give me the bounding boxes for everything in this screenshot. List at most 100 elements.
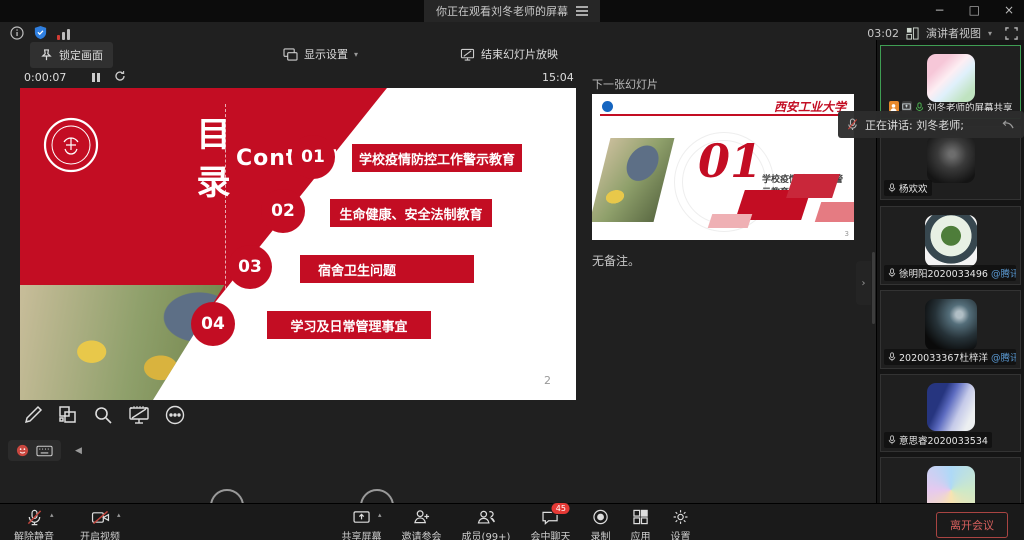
apps-label: 应用	[630, 528, 650, 540]
view-mode-caret-icon[interactable]: ▾	[988, 29, 992, 38]
watching-banner-text: 你正在观看刘冬老师的屏幕	[436, 3, 568, 19]
shapes-tool-icon[interactable]	[57, 404, 79, 426]
annotation-toolbar	[22, 404, 186, 426]
mic-icon	[888, 352, 896, 362]
members-button[interactable]: 成员(99+)	[462, 508, 511, 540]
preview-school-name: 西安工业大学	[774, 98, 846, 115]
window-controls: − □ ×	[935, 2, 1014, 18]
slide-page-number: 2	[544, 374, 551, 387]
fullscreen-icon[interactable]	[1005, 27, 1018, 40]
settings-button[interactable]: 设置	[670, 508, 690, 540]
share-options-caret-icon[interactable]: ▴	[378, 511, 382, 519]
toc-item-1: 学校疫情防控工作警示教育	[352, 144, 522, 172]
mic-options-caret-icon[interactable]: ▴	[50, 511, 54, 519]
view-controls: 03:02 演讲者视图 ▾	[867, 25, 1018, 41]
toast-curve-arrow-icon[interactable]	[1000, 119, 1015, 130]
preview-deco-shape	[708, 214, 753, 228]
pin-screen-button[interactable]: 锁定画面	[30, 42, 113, 68]
layout-icon	[906, 27, 919, 40]
participant-tile[interactable]: 徐明阳2020033496@腾讯会议	[880, 206, 1021, 285]
toc-item-3: 宿舍卫生问题	[300, 255, 474, 283]
collapse-pill-icon[interactable]: ◀	[70, 443, 87, 459]
participant-name: 意思睿2020033534	[899, 433, 988, 447]
participant-tile-screen-share[interactable]: 刘冬老师的屏幕共享	[880, 45, 1021, 119]
next-slide-preview[interactable]: 西安工业大学 01 学校疫情防控工作警示教育 3	[592, 94, 854, 240]
keyboard-icon[interactable]	[36, 445, 53, 457]
participant-tile[interactable]: 2020033367杜梓洋@腾讯会议	[880, 290, 1021, 369]
members-label: 成员(99+)	[462, 528, 511, 540]
chat-button[interactable]: 45 会中聊天	[530, 508, 570, 540]
end-slideshow-button[interactable]: 结束幻灯片放映	[460, 46, 558, 62]
toc-item-4: 学习及日常管理事宜	[267, 311, 431, 339]
avatar	[927, 383, 975, 431]
participants-panel: 刘冬老师的屏幕共享 杨欢欢 徐明阳2020033496@腾讯会议	[876, 40, 1024, 504]
participant-name: 杨欢欢	[899, 181, 928, 195]
magnifier-tool-icon[interactable]	[92, 404, 114, 426]
start-video-button[interactable]: ▴ 开启视频	[80, 508, 120, 540]
preview-deco-shape	[786, 174, 840, 198]
unmute-label: 解除静音	[14, 528, 54, 540]
restart-timer-icon[interactable]	[114, 70, 126, 82]
display-settings-label: 显示设置	[304, 46, 348, 62]
speaker-notes: 无备注。	[592, 252, 640, 269]
slide-garden-photo	[20, 285, 276, 400]
unmute-button[interactable]: ▴ 解除静音	[14, 508, 54, 540]
bottom-toolbar: ▴ 解除静音 ▴ 开启视频 ▴ 共享屏幕	[0, 503, 1024, 540]
participant-label: 2020033367杜梓洋@腾讯会议	[884, 349, 1016, 365]
preview-logo-icon	[602, 101, 613, 112]
preview-section-number: 01	[698, 134, 762, 188]
pause-timer-icon[interactable]	[92, 72, 102, 85]
participant-label: 意思睿2020033534	[884, 432, 992, 448]
screen-draw-tool-icon[interactable]	[127, 404, 151, 426]
participant-suffix: @腾讯会议	[991, 350, 1016, 364]
university-seal-icon	[42, 116, 100, 174]
toc-number-2: 02	[261, 189, 305, 233]
quick-tools-pill	[8, 440, 61, 461]
meeting-duration: 03:02	[867, 27, 899, 40]
speaking-toast-text: 正在讲话: 刘冬老师;	[865, 117, 964, 133]
toc-number-1: 01	[291, 135, 335, 179]
invite-button[interactable]: 邀请参会	[402, 508, 442, 540]
panel-collapse-handle[interactable]: ›	[856, 261, 871, 305]
view-mode-selector[interactable]: 演讲者视图	[926, 25, 981, 41]
mic-icon	[888, 435, 896, 445]
display-settings-caret-icon: ▾	[354, 50, 358, 59]
more-tools-icon[interactable]	[164, 404, 186, 426]
pen-tool-icon[interactable]	[22, 404, 44, 426]
avatar	[925, 299, 977, 351]
next-slide-label: 下一张幻灯片	[592, 76, 658, 92]
panel-scrollbar[interactable]	[872, 252, 875, 324]
mic-icon	[888, 183, 896, 193]
mic-icon	[888, 268, 896, 278]
toc-number-4: 04	[191, 302, 235, 346]
participant-name: 2020033367杜梓洋	[899, 350, 988, 364]
meeting-window: 你正在观看刘冬老师的屏幕 − □ × 03:02 演讲者视图 ▾	[0, 0, 1024, 540]
share-screen-button[interactable]: ▴ 共享屏幕	[342, 508, 382, 540]
chat-label: 会中聊天	[530, 528, 570, 540]
signal-strength-icon[interactable]	[57, 28, 70, 40]
settings-label: 设置	[670, 528, 690, 540]
banner-menu-icon[interactable]	[576, 10, 588, 12]
video-options-caret-icon[interactable]: ▴	[117, 511, 121, 519]
elapsed-time: 0:00:07	[24, 71, 66, 84]
presenter-clock: 15:04	[542, 71, 574, 84]
close-button[interactable]: ×	[1004, 2, 1014, 18]
participant-tile[interactable]: 意思睿2020033534	[880, 374, 1021, 452]
info-icon[interactable]	[10, 26, 24, 40]
avatar	[927, 54, 975, 102]
shared-slide: 目录 Contents 01 学校疫情防控工作警示教育 02 生命健康、安全法制…	[20, 88, 576, 400]
preview-page-number: 3	[845, 230, 849, 238]
toc-item-2: 生命健康、安全法制教育	[330, 199, 492, 227]
leave-meeting-button[interactable]: 离开会议	[936, 512, 1008, 538]
avatar	[927, 135, 975, 183]
participant-name: 徐明阳2020033496	[899, 266, 988, 280]
apps-button[interactable]: 应用	[630, 508, 650, 540]
display-settings-button[interactable]: 显示设置 ▾	[283, 46, 358, 62]
record-button[interactable]: 录制	[590, 508, 610, 540]
maximize-button[interactable]: □	[969, 2, 980, 18]
emoji-reaction-icon[interactable]	[16, 444, 29, 457]
pin-screen-label: 锁定画面	[59, 47, 103, 63]
minimize-button[interactable]: −	[935, 2, 945, 18]
titlebar: 你正在观看刘冬老师的屏幕 − □ ×	[0, 0, 1024, 22]
shield-icon[interactable]	[33, 25, 48, 40]
